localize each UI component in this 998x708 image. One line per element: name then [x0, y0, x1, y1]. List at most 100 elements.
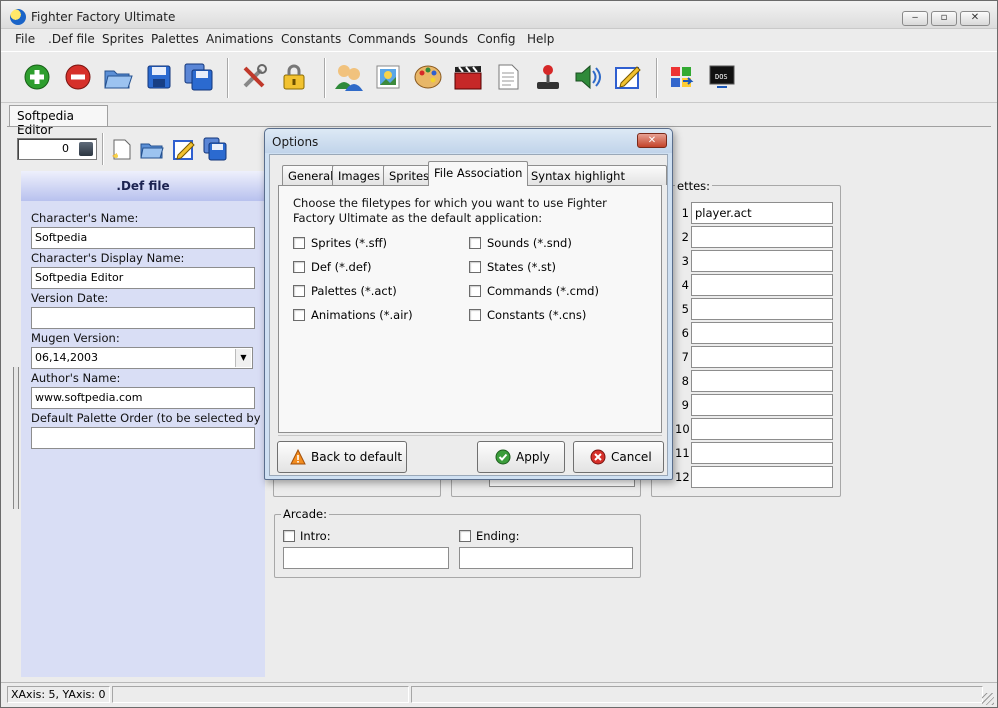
palette-file-field[interactable]: player.act: [691, 202, 833, 224]
constants-cns-checkbox[interactable]: [469, 309, 481, 321]
def-file-panel: .Def file Character's Name: Softpedia Ch…: [21, 171, 265, 677]
document-button[interactable]: [491, 60, 525, 94]
coordinates-readout: XAxis: 5, YAxis: 0: [7, 686, 110, 703]
animation-icon: [454, 66, 482, 90]
def-checkbox[interactable]: [293, 261, 305, 273]
close-project-button[interactable]: [61, 60, 95, 94]
calculator-icon[interactable]: [79, 142, 93, 156]
menu-animations[interactable]: Animations: [206, 32, 273, 46]
windows-button[interactable]: [665, 60, 699, 94]
states-st-label: States (*.st): [487, 260, 556, 274]
palette-file-field[interactable]: [691, 322, 833, 344]
version-date-field[interactable]: [31, 307, 255, 329]
intro-field[interactable]: [283, 547, 449, 569]
commands-cmd-label: Commands (*.cmd): [487, 284, 599, 298]
menu-commands[interactable]: Commands: [348, 32, 416, 46]
dialog-title: Options: [272, 135, 319, 149]
save-button[interactable]: [142, 60, 176, 94]
edit-button[interactable]: [611, 60, 645, 94]
back-to-default-button[interactable]: Back to default: [277, 441, 407, 473]
image-button[interactable]: [371, 60, 405, 94]
menu-palettes[interactable]: Palettes: [151, 32, 199, 46]
sprites-sff-checkbox[interactable]: [293, 237, 305, 249]
intro-checkbox[interactable]: [283, 530, 295, 542]
title-bar[interactable]: Fighter Factory Ultimate ‒ ▫ ✕: [1, 1, 997, 29]
tab-syntax-highlight-colors[interactable]: Syntax highlight colors: [525, 165, 667, 197]
animation-button[interactable]: [451, 60, 485, 94]
close-button[interactable]: ✕: [960, 11, 990, 26]
character-name-field[interactable]: Softpedia: [31, 227, 255, 249]
minimize-button[interactable]: ‒: [902, 11, 928, 26]
splitter-handle[interactable]: [13, 367, 19, 509]
save-all-button[interactable]: [182, 60, 216, 94]
character-button[interactable]: [332, 60, 366, 94]
document-icon: [498, 64, 519, 90]
author-name-field[interactable]: www.softpedia.com: [31, 387, 255, 409]
tab-images[interactable]: Images: [332, 165, 387, 185]
palette-number: 7: [681, 350, 689, 364]
tab-file-association[interactable]: File Association: [428, 161, 529, 186]
menu-constants[interactable]: Constants: [281, 32, 341, 46]
apply-label: Apply: [516, 450, 550, 464]
folder-icon: [140, 143, 164, 159]
menu-def-file[interactable]: .Def file: [48, 32, 95, 46]
back-to-default-label: Back to default: [311, 450, 403, 464]
dialog-title-bar[interactable]: Options ✕: [265, 129, 672, 153]
number-value: 0: [62, 142, 69, 155]
tab-softpedia-editor[interactable]: Softpedia Editor: [9, 105, 108, 137]
open-button[interactable]: [101, 60, 135, 94]
palette-file-field[interactable]: [691, 370, 833, 392]
palette-file-field[interactable]: [691, 466, 833, 488]
mugen-version-select[interactable]: 06,14,2003 ▼: [31, 347, 253, 369]
panel-header: .Def file: [21, 171, 265, 201]
ending-checkbox[interactable]: [459, 530, 471, 542]
main-toolbar: DOS: [1, 51, 997, 103]
palette-file-field[interactable]: [691, 250, 833, 272]
palette-file-field[interactable]: [691, 418, 833, 440]
palette-file-field[interactable]: [691, 274, 833, 296]
number-input[interactable]: 0: [17, 138, 97, 160]
palette-file-field[interactable]: [691, 298, 833, 320]
resize-grip-icon[interactable]: [982, 693, 994, 705]
dos-button[interactable]: DOS: [705, 60, 739, 94]
palette-number: 6: [681, 326, 689, 340]
commands-cmd-checkbox[interactable]: [469, 285, 481, 297]
palettes-act-checkbox[interactable]: [293, 285, 305, 297]
display-name-field[interactable]: Softpedia Editor: [31, 267, 255, 289]
palette-file-field[interactable]: [691, 442, 833, 464]
menu-config[interactable]: Config: [477, 32, 516, 46]
menu-sprites[interactable]: Sprites: [102, 32, 144, 46]
palette-button[interactable]: [411, 60, 445, 94]
open-def-button[interactable]: [140, 137, 164, 161]
tools-button[interactable]: [237, 60, 271, 94]
tab-general[interactable]: General: [282, 165, 340, 185]
menu-file[interactable]: File: [15, 32, 35, 46]
new-button[interactable]: [20, 60, 54, 94]
palette-file-field[interactable]: [691, 226, 833, 248]
apply-button[interactable]: Apply: [477, 441, 565, 473]
palette-file-field[interactable]: [691, 394, 833, 416]
chevron-down-icon[interactable]: ▼: [235, 349, 251, 367]
ending-field[interactable]: [459, 547, 633, 569]
maximize-button[interactable]: ▫: [931, 11, 957, 26]
sounds-snd-checkbox[interactable]: [469, 237, 481, 249]
palette-order-field[interactable]: [31, 427, 255, 449]
lock-button[interactable]: [277, 60, 311, 94]
edit-def-button[interactable]: [172, 137, 196, 161]
image-icon: [376, 65, 400, 89]
palette-file-field[interactable]: [691, 346, 833, 368]
edit-icon: [173, 140, 195, 160]
sound-button[interactable]: [571, 60, 605, 94]
dialog-close-button[interactable]: ✕: [637, 133, 667, 148]
animations-air-checkbox[interactable]: [293, 309, 305, 321]
save-def-button[interactable]: [203, 137, 227, 161]
states-st-checkbox[interactable]: [469, 261, 481, 273]
menu-help[interactable]: Help: [527, 32, 554, 46]
check-icon: [495, 449, 511, 465]
cancel-label: Cancel: [611, 450, 652, 464]
joystick-button[interactable]: [531, 60, 565, 94]
new-def-button[interactable]: [110, 137, 134, 161]
palette-number: 1: [681, 206, 689, 220]
menu-sounds[interactable]: Sounds: [424, 32, 468, 46]
cancel-button[interactable]: Cancel: [573, 441, 664, 473]
